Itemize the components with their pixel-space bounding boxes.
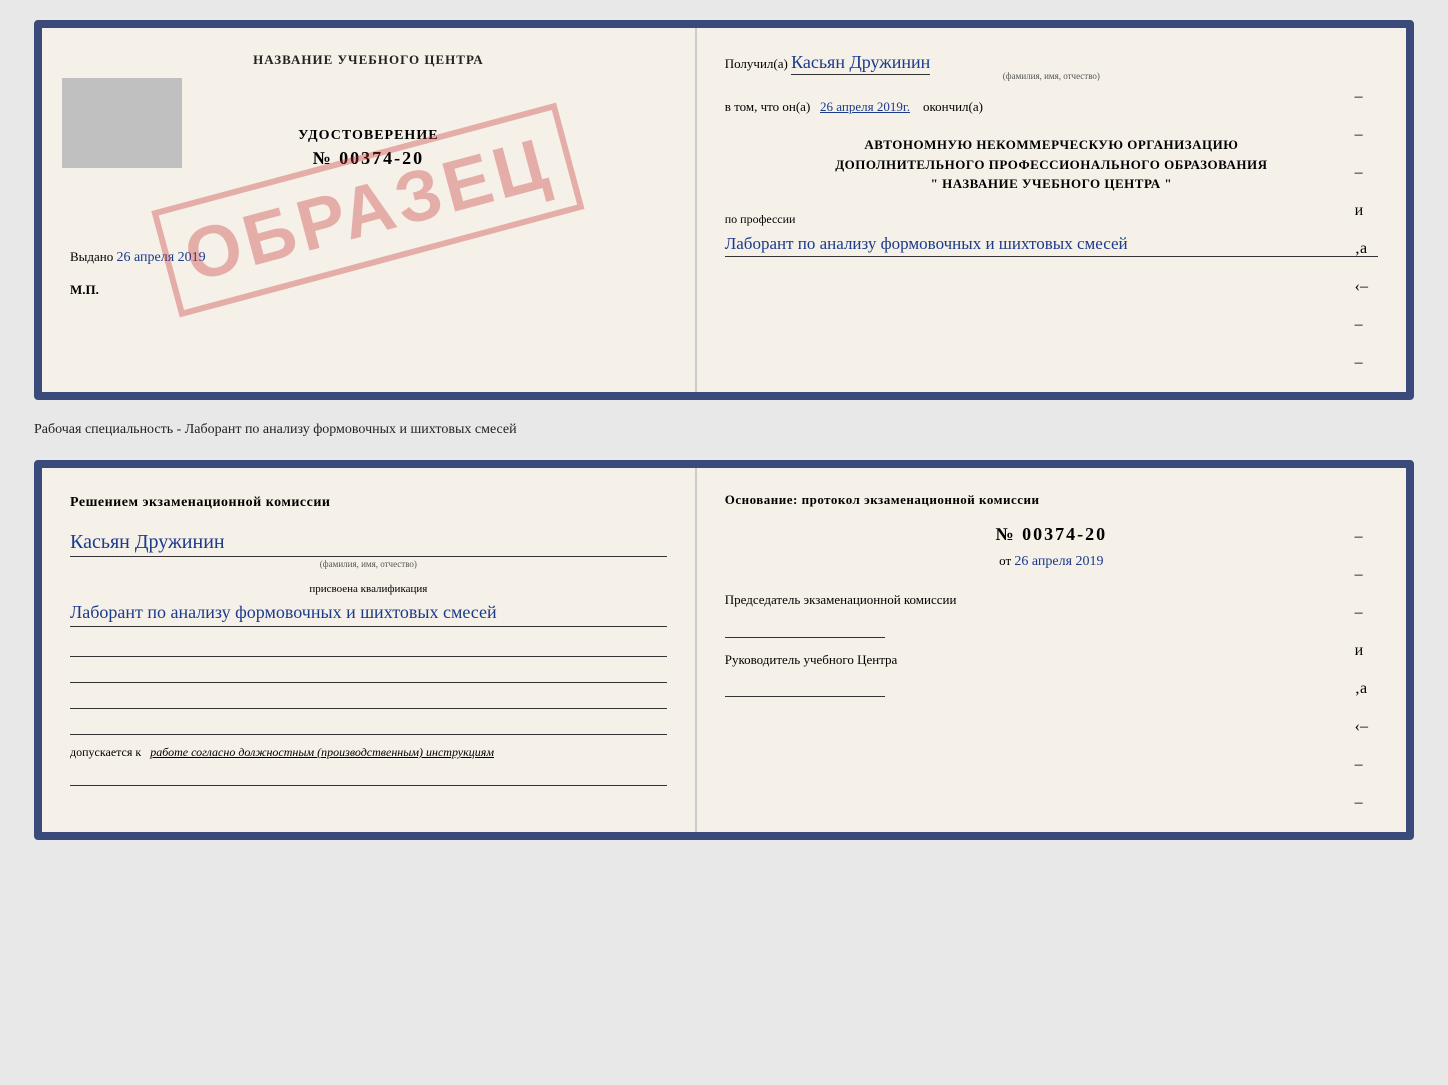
fio-small: (фамилия, имя, отчество): [70, 559, 667, 569]
udostoverenie-block: УДОСТОВЕРЕНИЕ № 00374-20: [70, 128, 667, 169]
bdash-6: ‹–: [1355, 718, 1368, 736]
dash-4: и: [1355, 202, 1368, 220]
dash-5: ‚а: [1355, 240, 1368, 258]
dopuskaetsya-line: допускается к работе согласно должностны…: [70, 745, 667, 760]
top-cert-right: Получил(а) Касьян Дружинин (фамилия, имя…: [697, 28, 1406, 392]
po-professii-label: по профессии: [725, 212, 1378, 227]
right-dashes-bottom: – – – и ‚а ‹– – –: [1355, 528, 1368, 812]
vydano-date: 26 апреля 2019: [117, 250, 206, 265]
top-certificate: НАЗВАНИЕ УЧЕБНОГО ЦЕНТРА УДОСТОВЕРЕНИЕ №…: [34, 20, 1414, 400]
h-line-3: [70, 691, 667, 709]
vydano-label: Выдано: [70, 249, 113, 264]
org-line2: ДОПОЛНИТЕЛЬНОГО ПРОФЕССИОНАЛЬНОГО ОБРАЗО…: [725, 155, 1378, 175]
org-line1: АВТОНОМНУЮ НЕКОММЕРЧЕСКУЮ ОРГАНИЗАЦИЮ: [725, 135, 1378, 155]
vtom-label: в том, что он(а): [725, 99, 811, 114]
chairman-block: Председатель экзаменационной комиссии: [725, 590, 1378, 638]
org-line3: " НАЗВАНИЕ УЧЕБНОГО ЦЕНТРА ": [725, 174, 1378, 194]
h-line-4: [70, 717, 667, 735]
page-container: НАЗВАНИЕ УЧЕБНОГО ЦЕНТРА УДОСТОВЕРЕНИЕ №…: [34, 20, 1414, 840]
horizontal-lines: [70, 639, 667, 735]
dash-3: –: [1355, 164, 1368, 182]
top-cert-title: НАЗВАНИЕ УЧЕБНОГО ЦЕНТРА: [70, 52, 667, 68]
prisvoena-label: присвоена квалификация: [70, 583, 667, 595]
h-line-1: [70, 639, 667, 657]
vtom-date: 26 апреля 2019г.: [820, 99, 910, 114]
chairman-label: Председатель экзаменационной комиссии: [725, 590, 1378, 610]
dash-2: –: [1355, 126, 1368, 144]
dash-1: –: [1355, 88, 1368, 106]
right-dashes-top: – – – и ‚а ‹– – –: [1355, 88, 1368, 372]
okonchil-label: окончил(а): [923, 99, 983, 114]
bdash-4: и: [1355, 642, 1368, 660]
bdash-2: –: [1355, 566, 1368, 584]
bottom-cert-left: Решением экзаменационной комиссии Касьян…: [42, 468, 697, 832]
po-professii-value: Лаборант по анализу формовочных и шихтов…: [725, 231, 1378, 258]
ot-date: 26 апреля 2019: [1014, 554, 1103, 569]
kasyan-value: Касьян Дружинин: [70, 531, 667, 557]
poluchil-line: Получил(а) Касьян Дружинин (фамилия, имя…: [725, 52, 1378, 81]
bdash-1: –: [1355, 528, 1368, 546]
bottom-cert-right: Основание: протокол экзаменационной коми…: [697, 468, 1406, 832]
poluchil-value: Касьян Дружинин: [791, 52, 930, 75]
chairman-sig-line: [725, 618, 885, 638]
osnovanie-heading: Основание: протокол экзаменационной коми…: [725, 492, 1378, 508]
mp-label: М.П.: [70, 282, 667, 298]
dash-7: –: [1355, 316, 1368, 334]
org-block: АВТОНОМНУЮ НЕКОММЕРЧЕСКУЮ ОРГАНИЗАЦИЮ ДО…: [725, 135, 1378, 194]
ot-line: от 26 апреля 2019: [725, 553, 1378, 570]
dopuskaetsya-value: работе согласно должностным (производств…: [150, 745, 494, 759]
dash-6: ‹–: [1355, 278, 1368, 296]
vtom-line: в том, что он(а) 26 апреля 2019г. окончи…: [725, 99, 1378, 115]
bdash-3: –: [1355, 604, 1368, 622]
bottom-heading: Решением экзаменационной комиссии: [70, 492, 667, 513]
ruk-label: Руководитель учебного Центра: [725, 650, 1378, 670]
h-line-5: [70, 768, 667, 786]
bdash-5: ‚а: [1355, 680, 1368, 698]
udostoverenie-num: № 00374-20: [70, 148, 667, 169]
udostoverenie-label: УДОСТОВЕРЕНИЕ: [70, 128, 667, 144]
bdash-8: –: [1355, 794, 1368, 812]
dopuskaetsya-label: допускается к: [70, 745, 141, 759]
bdash-7: –: [1355, 756, 1368, 774]
protocol-num: № 00374-20: [725, 524, 1378, 545]
vydano-line: Выдано 26 апреля 2019: [70, 249, 667, 266]
bottom-certificate: Решением экзаменационной комиссии Касьян…: [34, 460, 1414, 840]
ruk-sig-line: [725, 677, 885, 697]
ot-label: от: [999, 553, 1011, 568]
ruk-block: Руководитель учебного Центра: [725, 650, 1378, 698]
top-cert-left: НАЗВАНИЕ УЧЕБНОГО ЦЕНТРА УДОСТОВЕРЕНИЕ №…: [42, 28, 697, 392]
kvalif-value: Лаборант по анализу формовочных и шихтов…: [70, 599, 667, 627]
h-line-2: [70, 665, 667, 683]
poluchil-label: Получил(а): [725, 56, 788, 71]
between-label: Рабочая специальность - Лаборант по анал…: [34, 416, 1414, 444]
dash-8: –: [1355, 354, 1368, 372]
